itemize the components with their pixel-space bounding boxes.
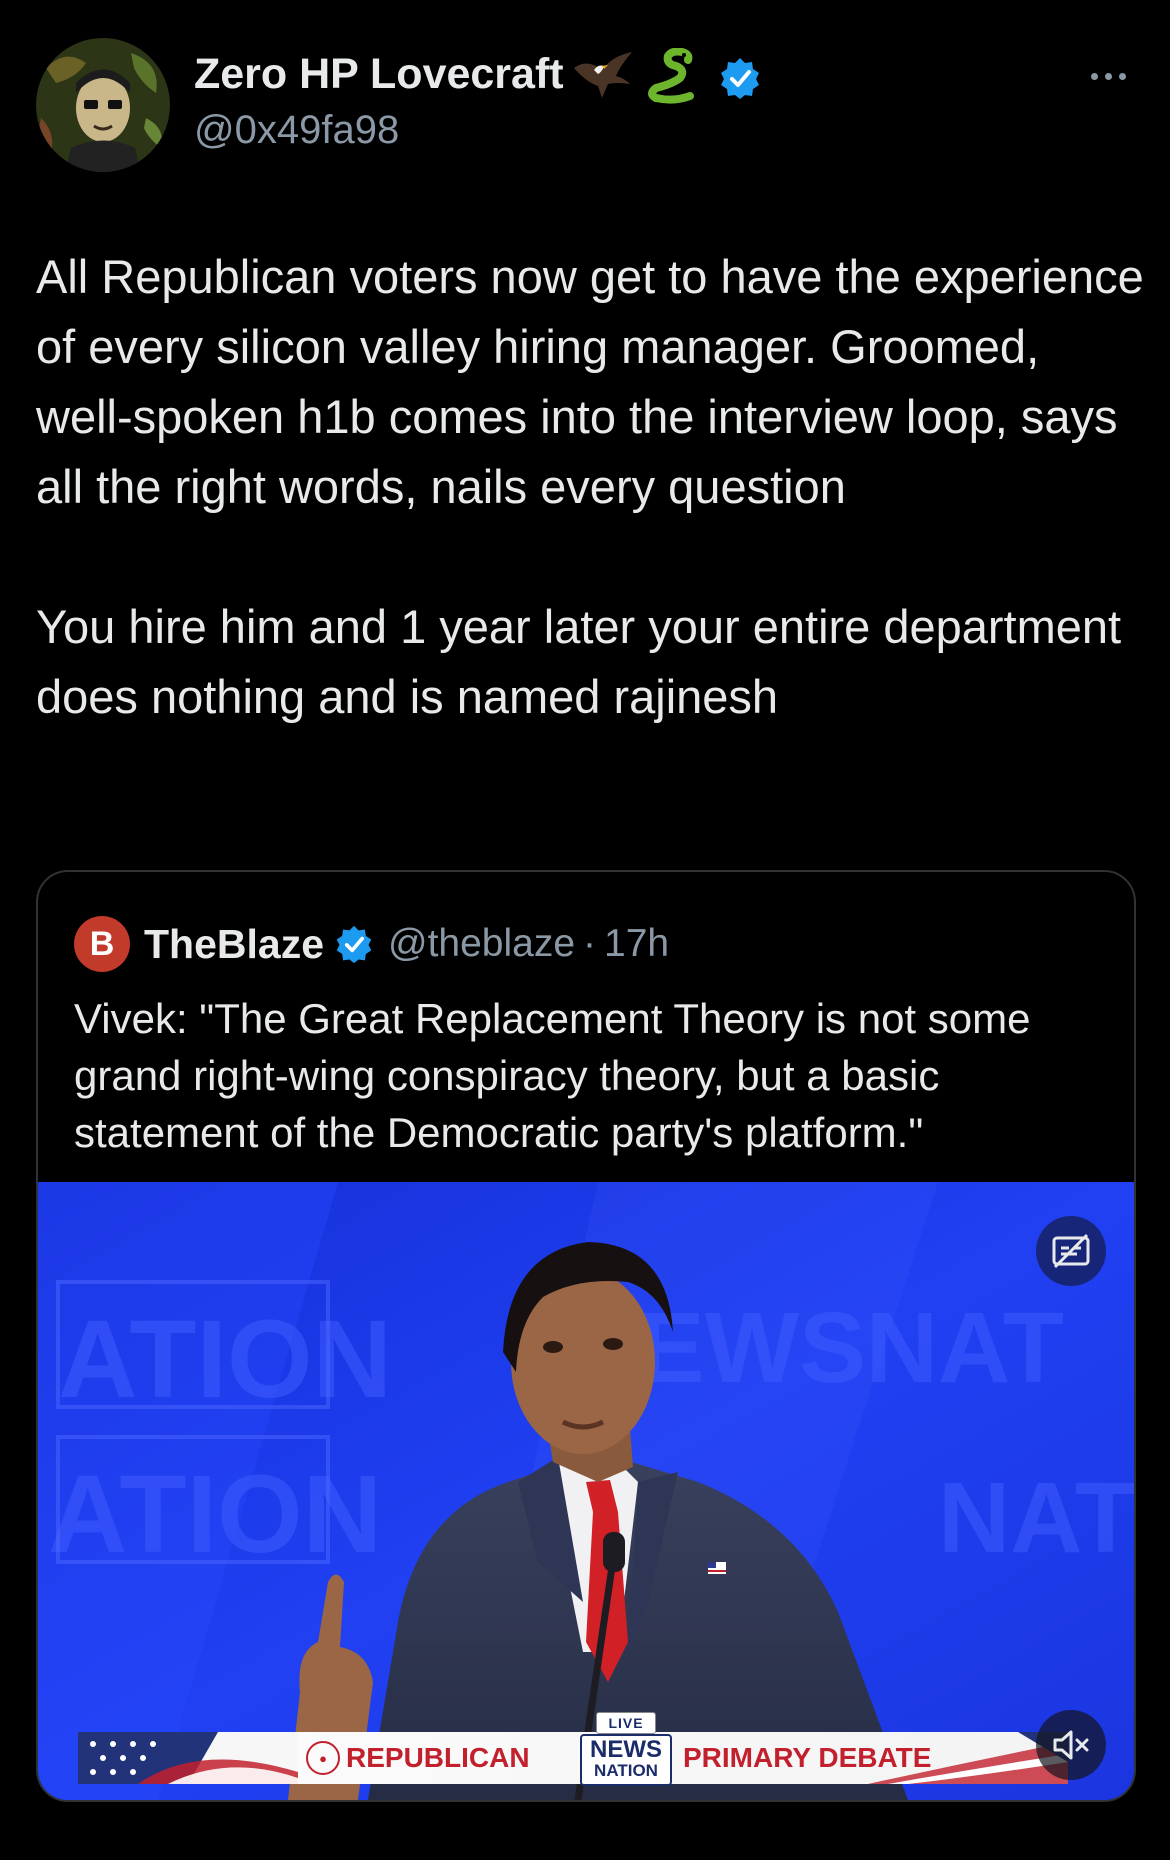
author-name[interactable]: Zero HP Lovecraft bbox=[194, 50, 564, 99]
backdrop-text-1: ATION bbox=[58, 1298, 392, 1421]
newsnation-logo: LIVE NEWS NATION bbox=[580, 1712, 672, 1786]
tweet-text: All Republican voters now get to have th… bbox=[36, 242, 1146, 732]
video-frame: ATION EWSNAT ATION NAT bbox=[38, 1182, 1134, 1800]
quoted-verified-badge-icon bbox=[336, 925, 372, 964]
backdrop-text-3: ATION bbox=[48, 1453, 382, 1576]
captions-icon bbox=[1052, 1233, 1090, 1269]
quoted-tweet-header: B TheBlaze @theblaze · 17h bbox=[74, 914, 669, 974]
banner-republican-text: REPUBLICAN bbox=[346, 1742, 530, 1773]
muted-speaker-icon bbox=[1053, 1730, 1089, 1760]
flag-graphic-left bbox=[78, 1732, 298, 1784]
newsnation-box: NEWS NATION bbox=[580, 1734, 672, 1786]
captions-button[interactable] bbox=[1036, 1216, 1106, 1286]
gop-elephant-icon: ● bbox=[306, 1741, 340, 1775]
eagle-emoji-icon bbox=[574, 52, 632, 98]
quoted-video[interactable]: ATION EWSNAT ATION NAT ● REPUBLICAN LIVE… bbox=[38, 1182, 1134, 1800]
author-emojis bbox=[572, 46, 698, 106]
debate-lower-third: ● REPUBLICAN LIVE NEWS NATION PRIMARY DE… bbox=[78, 1712, 1068, 1786]
newsnation-bottom: NATION bbox=[594, 1761, 658, 1780]
quoted-tweet-card[interactable]: B TheBlaze @theblaze · 17h Vivek: "The G… bbox=[36, 870, 1136, 1802]
author-avatar[interactable] bbox=[36, 38, 170, 172]
snake-emoji-icon bbox=[648, 48, 694, 104]
newsnation-top: NEWS bbox=[590, 1736, 662, 1763]
more-options-icon[interactable] bbox=[1084, 56, 1132, 96]
tweet-paragraph-1: All Republican voters now get to have th… bbox=[36, 250, 1144, 513]
live-badge: LIVE bbox=[596, 1712, 656, 1734]
mute-button[interactable] bbox=[1036, 1710, 1106, 1780]
quoted-author-name[interactable]: TheBlaze bbox=[144, 921, 324, 968]
tweet-paragraph-2: You hire him and 1 year later your entir… bbox=[36, 600, 1122, 723]
quoted-tweet-text: Vivek: "The Great Replacement Theory is … bbox=[74, 995, 1031, 1156]
quoted-timestamp[interactable]: 17h bbox=[604, 922, 669, 966]
banner-republican: ● REPUBLICAN bbox=[306, 1740, 530, 1776]
backdrop-text-2: EWSNAT bbox=[638, 1292, 1064, 1404]
verified-badge-icon bbox=[721, 58, 759, 99]
theblaze-logo-icon[interactable]: B bbox=[74, 916, 130, 972]
backdrop-text-4: NAT bbox=[938, 1462, 1134, 1574]
author-handle[interactable]: @0x49fa98 bbox=[194, 108, 399, 153]
quoted-separator: · bbox=[583, 922, 597, 965]
quoted-author-handle[interactable]: @theblaze bbox=[388, 922, 575, 966]
